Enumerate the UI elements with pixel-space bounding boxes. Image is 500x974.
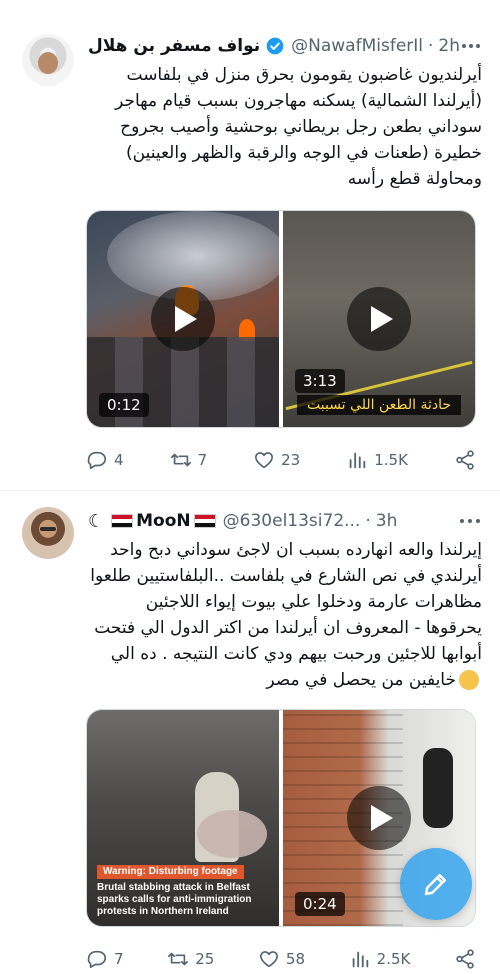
like-icon <box>259 951 278 968</box>
action-bar: 7 25 58 2.5K <box>86 947 476 971</box>
tweet-text-line: خايفين من يحصل في مصر <box>90 667 482 693</box>
video-thumbnail[interactable]: 0:12 <box>87 211 279 427</box>
author-name[interactable]: نواف مسفر بن هلال <box>88 36 260 56</box>
egypt-flag <box>111 514 134 528</box>
tweet-header: نواف مسفر بن هلال @NawafMisferIl · 2h <box>88 34 482 58</box>
author-handle[interactable]: @630el13si72... <box>223 511 361 531</box>
like-count: 23 <box>281 451 301 469</box>
action-bar: 4 7 23 1.5K <box>86 448 476 472</box>
more-icon[interactable] <box>458 509 482 533</box>
reply-icon <box>87 950 107 969</box>
warning-label: Warning: Disturbing footage <box>97 865 244 879</box>
author-name[interactable]: MooN <box>136 511 191 531</box>
reply-icon <box>87 451 107 470</box>
separator-dot: · <box>365 511 371 531</box>
avatar[interactable] <box>22 507 74 559</box>
views-count: 1.5K <box>374 451 408 469</box>
tweet-text-line: أبوابها للاجئين ورحبت بيهم ودي كانت النت… <box>110 644 482 664</box>
tweet-text: إيرلندا والعه انهارده بسبب ان لاجئ سودان… <box>90 537 482 693</box>
avatar[interactable] <box>22 34 74 86</box>
author-handle[interactable]: @NawafMisferIl <box>291 36 423 56</box>
share-icon <box>456 949 474 969</box>
tweet-header: ☾ MooN @630el13si72... · 3h <box>88 509 482 533</box>
reply-button[interactable]: 7 <box>86 948 124 970</box>
separator-dot: · <box>428 36 434 56</box>
share-button[interactable] <box>454 449 476 471</box>
video-caption: حادثة الطعن اللي تسببت <box>297 395 461 415</box>
views-button[interactable]: 2.5K <box>349 948 411 970</box>
video-thumbnail[interactable]: حادثة الطعن اللي تسببت 3:13 <box>283 211 475 427</box>
like-icon <box>255 452 274 469</box>
tweet-text-line: يحرقوها - المعروف ان أيرلندا من اكتر الد… <box>94 618 482 638</box>
tweet-text: أيرلنديون غاضبون يقومون بحرق منزل في بلف… <box>90 62 482 192</box>
video-caption: Brutal stabbing attack in Belfast sparks… <box>97 882 252 917</box>
tweet-text-segment: خايفين من يحصل في مصر <box>266 670 456 690</box>
repost-button[interactable]: 7 <box>170 449 208 471</box>
pleading-emoji <box>459 670 479 690</box>
tweet-text-line: خطيرة (طعنات في الوجه والرقبة والظهر وال… <box>126 143 482 163</box>
timestamp[interactable]: 2h <box>438 36 460 56</box>
repost-icon <box>170 453 191 467</box>
tweet-text-line: مظاهرات عارمة ودخلوا علي بيوت إيواء اللا… <box>145 592 482 612</box>
like-button[interactable]: 58 <box>258 948 305 970</box>
video-duration: 0:24 <box>295 892 345 916</box>
tweet-text-line: أيرلندي في نص الشارع في بلفاست ..البلفاس… <box>90 566 482 586</box>
moon-emoji: ☾ <box>88 510 105 532</box>
tweet-text-line: (أيرلندا الشمالية) يسكنه مهاجرون بسبب قي… <box>115 91 482 111</box>
tweet-text-line: أيرلنديون غاضبون يقومون بحرق منزل في بلف… <box>126 65 483 85</box>
tweet-text-line: إيرلندا والعه انهارده بسبب ان لاجئ سودان… <box>110 540 482 560</box>
reply-button[interactable]: 4 <box>86 449 124 471</box>
video-thumbnail[interactable]: Warning: Disturbing footage Brutal stabb… <box>87 710 279 926</box>
views-count: 2.5K <box>376 950 411 968</box>
views-button[interactable]: 1.5K <box>346 449 408 471</box>
play-icon[interactable] <box>151 287 215 351</box>
share-button[interactable] <box>454 948 476 970</box>
play-icon[interactable] <box>347 287 411 351</box>
egypt-flag <box>193 514 216 528</box>
play-icon[interactable] <box>347 786 411 850</box>
repost-button[interactable]: 25 <box>167 948 214 970</box>
compose-button[interactable] <box>400 848 472 920</box>
video-duration: 0:12 <box>99 393 149 417</box>
repost-count: 25 <box>195 950 215 968</box>
video-warning: Warning: Disturbing footage Brutal stabb… <box>97 865 269 918</box>
timestamp[interactable]: 3h <box>376 511 398 531</box>
views-icon <box>352 951 368 968</box>
media-grid: 0:12 حادثة الطعن اللي تسببت 3:13 <box>86 210 476 428</box>
compose-icon <box>424 874 446 896</box>
more-icon[interactable] <box>460 34 482 58</box>
repost-count: 7 <box>197 451 208 469</box>
reply-count: 7 <box>114 950 124 968</box>
verified-icon <box>266 37 284 55</box>
repost-icon <box>168 952 189 966</box>
reply-count: 4 <box>114 451 124 469</box>
tweet[interactable]: نواف مسفر بن هلال @NawafMisferIl · 2h أي… <box>0 0 500 490</box>
tweet-text-line: ومحاولة قطع رأسه <box>347 169 482 189</box>
tweet-text-line: سوداني بطعن رجل بريطاني بوحشية وأصيب بجر… <box>120 117 482 137</box>
video-duration: 3:13 <box>295 369 345 393</box>
views-icon <box>349 452 366 469</box>
share-icon <box>456 450 474 470</box>
like-count: 58 <box>285 950 306 968</box>
like-button[interactable]: 23 <box>253 449 300 471</box>
